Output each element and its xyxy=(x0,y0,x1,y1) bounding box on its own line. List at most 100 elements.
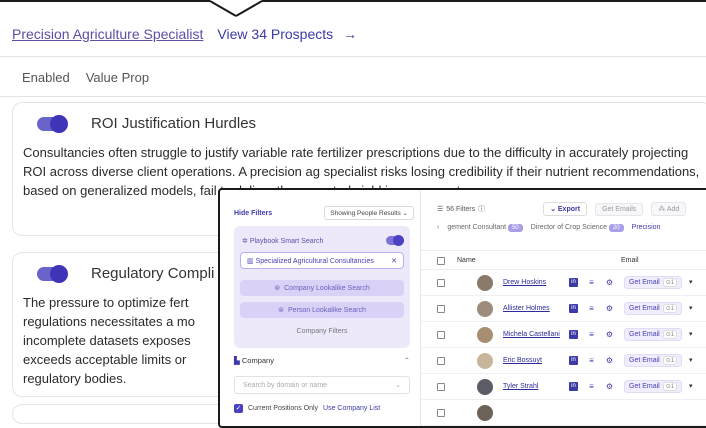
chevron-down-icon[interactable]: ▾ xyxy=(689,356,693,364)
person-name-link[interactable]: Eric Bossuyt xyxy=(503,357,542,364)
enabled-toggle[interactable] xyxy=(37,264,68,283)
hubspot-icon[interactable]: ⚙ xyxy=(605,278,614,287)
filters-top: Hide Filters Showing People Results ⌄ xyxy=(234,206,414,220)
hubspot-icon[interactable]: ⚙ xyxy=(605,330,614,339)
person-name-link[interactable]: Drew Hoskins xyxy=(503,279,546,286)
results-type-select[interactable]: Showing People Results ⌄ xyxy=(324,206,414,220)
tab-precision[interactable]: Precision xyxy=(632,224,661,231)
company-lookalike-label: Company Lookalike Search xyxy=(284,284,370,292)
smart-search-label: Playbook Smart Search xyxy=(249,237,324,245)
company-search-placeholder: Search by domain or name xyxy=(243,381,328,389)
person-lookalike-button[interactable]: ⊚ Person Lookalike Search xyxy=(240,302,404,318)
add-to-sequence-icon[interactable]: ≡ xyxy=(587,356,596,365)
persona-title-link[interactable]: Precision Agriculture Specialist xyxy=(12,26,203,42)
get-emails-button[interactable]: Get Emails xyxy=(595,202,644,216)
person-name-link[interactable]: Michela Castellani xyxy=(503,331,560,338)
get-email-button[interactable]: Get Email ⊙1 xyxy=(624,302,683,315)
column-email: Email xyxy=(621,257,639,264)
view-prospects-link[interactable]: View 34 Prospects → xyxy=(217,26,357,42)
lookalike-icon: ⊚ xyxy=(274,285,281,292)
smart-search-toggle[interactable] xyxy=(386,235,404,246)
linkedin-icon[interactable]: in xyxy=(569,382,578,391)
book-icon: ▥ xyxy=(247,257,254,265)
filters-count-label: 56 Filters xyxy=(446,205,476,213)
credit-badge: ⊙1 xyxy=(662,304,678,313)
table-header: Name Email xyxy=(421,250,706,270)
current-positions-row: ✓ Current Positions Only Use Company Lis… xyxy=(234,404,380,413)
get-email-button[interactable]: Get Email ⊙1 xyxy=(624,328,683,341)
company-lookalike-button[interactable]: ⊚ Company Lookalike Search xyxy=(240,280,404,296)
get-email-label: Get Email xyxy=(629,357,660,364)
current-positions-checkbox[interactable]: ✓ xyxy=(234,404,243,413)
person-name-link[interactable]: Tyler Strahl xyxy=(503,383,538,390)
row-checkbox[interactable] xyxy=(437,383,445,391)
credit-badge: ⊙1 xyxy=(662,356,678,365)
chevron-down-icon[interactable]: ▾ xyxy=(689,330,693,338)
person-name-link[interactable]: Allister Holmes xyxy=(503,305,550,312)
avatar xyxy=(477,327,493,343)
chevron-down-icon[interactable]: ▾ xyxy=(689,278,693,286)
add-button[interactable]: ⁂ Add xyxy=(651,202,687,216)
hubspot-icon[interactable]: ⚙ xyxy=(605,382,614,391)
add-to-sequence-icon[interactable]: ≡ xyxy=(587,382,596,391)
linkedin-icon[interactable]: in xyxy=(569,304,578,313)
tab-label: gement Consultant xyxy=(447,224,507,231)
credit-badge: ⊙1 xyxy=(662,278,678,287)
chevron-down-icon[interactable]: ▾ xyxy=(689,304,693,312)
column-name: Name xyxy=(457,257,476,264)
linkedin-icon[interactable]: in xyxy=(569,330,578,339)
export-button[interactable]: ⌄ Export xyxy=(543,202,588,216)
callout-pointer xyxy=(0,0,706,17)
avatar xyxy=(477,301,493,317)
toggle-knob xyxy=(393,235,404,246)
company-filter-title: ▙ Company xyxy=(234,356,274,365)
get-email-label: Get Email xyxy=(629,305,660,312)
column-headers: Enabled Value Prop xyxy=(22,70,149,85)
get-email-button[interactable]: Get Email ⊙1 xyxy=(624,354,683,367)
enabled-toggle[interactable] xyxy=(37,114,68,133)
card-header: ROI Justification Hurdles xyxy=(37,114,256,133)
row-checkbox[interactable] xyxy=(437,409,445,417)
search-chip[interactable]: ▥ Specialized Agricultural Consultancies… xyxy=(240,252,404,269)
persona-header: Precision Agriculture Specialist View 34… xyxy=(12,26,357,42)
chevron-left-icon[interactable]: ‹ xyxy=(437,224,439,231)
close-icon[interactable]: ✕ xyxy=(391,257,397,265)
add-to-sequence-icon[interactable]: ≡ xyxy=(587,304,596,313)
avatar xyxy=(477,379,493,395)
filter-icon: ☰ xyxy=(437,206,444,213)
hubspot-icon[interactable]: ⚙ xyxy=(605,304,614,313)
credit-count: 1 xyxy=(670,384,675,390)
use-company-list-link[interactable]: Use Company List xyxy=(323,405,380,412)
linkedin-icon[interactable]: in xyxy=(569,278,578,287)
get-email-button[interactable]: Get Email ⊙1 xyxy=(624,380,683,393)
chevron-down-icon[interactable]: ▾ xyxy=(689,382,693,390)
sparkle-icon: ✲ xyxy=(242,237,248,245)
hubspot-icon[interactable]: ⚙ xyxy=(605,356,614,365)
results-type-label: Showing People Results xyxy=(330,210,401,217)
credit-count: 1 xyxy=(670,358,675,364)
get-email-button[interactable]: Get Email ⊙1 xyxy=(624,276,683,289)
row-checkbox[interactable] xyxy=(437,305,445,313)
hide-filters-button[interactable]: Hide Filters xyxy=(234,210,272,217)
get-email-label: Get Email xyxy=(629,331,660,338)
chip-label: Specialized Agricultural Consultancies xyxy=(255,257,374,265)
smart-search-title: ✲ Playbook Smart Search xyxy=(242,237,323,245)
filters-count[interactable]: ☰ 56 Filters ⓘ xyxy=(437,204,485,214)
persona-tabs: ‹ gement Consultant 50 Director of Crop … xyxy=(437,224,706,232)
select-all-checkbox[interactable] xyxy=(437,257,445,265)
lookalike-icon: ⊚ xyxy=(278,307,285,314)
column-enabled: Enabled xyxy=(22,70,70,85)
linkedin-icon[interactable]: in xyxy=(569,356,578,365)
company-filters-heading: Company Filters xyxy=(296,328,348,335)
add-to-sequence-icon[interactable]: ≡ xyxy=(587,330,596,339)
row-checkbox[interactable] xyxy=(437,279,445,287)
company-search-input[interactable]: Search by domain or name ⌄ xyxy=(234,376,410,394)
tab-count-badge: 50 xyxy=(508,224,523,232)
company-filter-header[interactable]: ▙ Company ⌃ xyxy=(234,356,410,365)
row-checkbox[interactable] xyxy=(437,357,445,365)
tab-management-consultant[interactable]: gement Consultant 50 xyxy=(447,224,523,232)
tab-director-crop-science[interactable]: Director of Crop Science 20 xyxy=(531,224,624,232)
smart-search-box: ✲ Playbook Smart Search ▥ Specialized Ag… xyxy=(234,226,410,348)
add-to-sequence-icon[interactable]: ≡ xyxy=(587,278,596,287)
row-checkbox[interactable] xyxy=(437,331,445,339)
